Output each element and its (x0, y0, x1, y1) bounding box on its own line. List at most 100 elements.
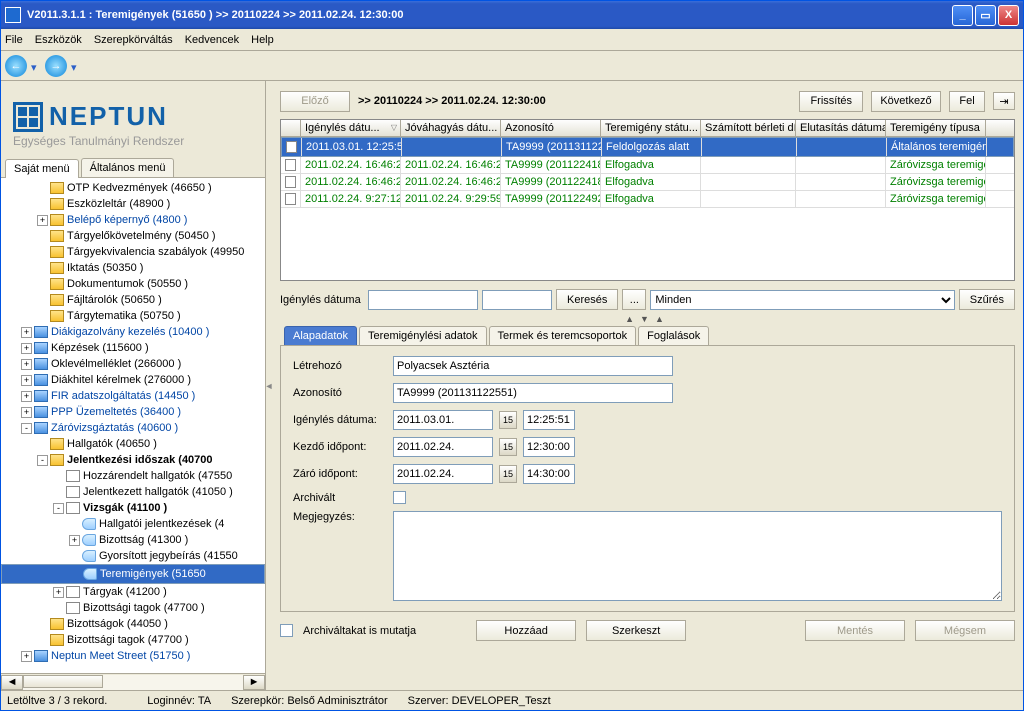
tree-item[interactable]: -Záróvizsgáztatás (40600 ) (1, 420, 265, 436)
starttime-input[interactable] (523, 437, 575, 457)
row-checkbox[interactable] (285, 176, 296, 188)
tree-item[interactable]: Teremigények (51650 (1, 564, 265, 584)
table-row[interactable]: 2011.02.24. 16:46:22011.02.24. 16:46:2TA… (281, 157, 1014, 174)
filter-button[interactable]: Szűrés (959, 289, 1015, 310)
tree-item[interactable]: +Diákhitel kérelmek (276000 ) (1, 372, 265, 388)
column-header[interactable]: Számított bérleti díj (701, 120, 796, 136)
nav-fwd-dropdown[interactable]: ▾ (71, 61, 81, 71)
startdate-picker[interactable]: 15 (499, 438, 517, 456)
up-button[interactable]: Fel (949, 91, 985, 112)
tab-bookings[interactable]: Foglalások (638, 326, 709, 345)
tree-item[interactable]: +FIR adatszolgáltatás (14450 ) (1, 388, 265, 404)
search-button[interactable]: Keresés (556, 289, 618, 310)
tree-item[interactable]: Tárgyelőkövetelmény (50450 ) (1, 228, 265, 244)
hscroll-right[interactable]: ► (243, 675, 265, 690)
tab-request[interactable]: Teremigénylési adatok (359, 326, 486, 345)
filter-select[interactable]: Minden (650, 290, 954, 310)
tree-toggle[interactable]: + (21, 343, 32, 354)
menu-help[interactable]: Help (251, 34, 274, 46)
tree-item[interactable]: OTP Kedvezmények (46650 ) (1, 180, 265, 196)
filter-to-input[interactable] (482, 290, 552, 310)
tree-item[interactable]: Bizottsági tagok (47700 ) (1, 632, 265, 648)
tree-item[interactable]: Tárgyekvivalencia szabályok (49950 (1, 244, 265, 260)
tree-item[interactable]: Eszközleltár (48900 ) (1, 196, 265, 212)
tree-item[interactable]: Bizottsági tagok (47700 ) (1, 600, 265, 616)
row-checkbox[interactable] (286, 141, 297, 153)
tree-item[interactable]: +Oklevélmelléklet (266000 ) (1, 356, 265, 372)
column-header[interactable]: Azonosító (501, 120, 601, 136)
column-header[interactable] (281, 120, 301, 136)
filter-from-input[interactable] (368, 290, 478, 310)
tree-item[interactable]: Hallgatók (40650 ) (1, 436, 265, 452)
tree-toggle[interactable]: + (53, 587, 64, 598)
prev-button[interactable]: Előző (280, 91, 350, 112)
close-button[interactable]: X (998, 5, 1019, 26)
nav-back-dropdown[interactable]: ▾ (31, 61, 41, 71)
tree-toggle[interactable]: + (21, 651, 32, 662)
show-archived-checkbox[interactable] (280, 624, 293, 637)
tree-item[interactable]: Dokumentumok (50550 ) (1, 276, 265, 292)
tree-toggle[interactable]: + (37, 215, 48, 226)
edit-button[interactable]: Szerkeszt (586, 620, 686, 641)
reqtime-input[interactable] (523, 410, 575, 430)
enddate-picker[interactable]: 15 (499, 465, 517, 483)
tree-item[interactable]: Hallgatói jelentkezések (4 (1, 516, 265, 532)
row-checkbox[interactable] (285, 159, 296, 171)
tree-toggle[interactable]: - (21, 423, 32, 434)
row-checkbox[interactable] (285, 193, 296, 205)
menu-file[interactable]: File (5, 34, 23, 46)
tree-item[interactable]: +Bizottság (41300 ) (1, 532, 265, 548)
tree-toggle[interactable]: + (21, 359, 32, 370)
tree-item[interactable]: +Diákigazolvány kezelés (10400 ) (1, 324, 265, 340)
tree-toggle[interactable]: + (21, 407, 32, 418)
reqdate-input[interactable] (393, 410, 493, 430)
menu-tools[interactable]: Eszközök (35, 34, 82, 46)
menu-roles[interactable]: Szerepkörváltás (94, 34, 173, 46)
table-row[interactable]: 2011.03.01. 12:25:5TA9999 (201131122Feld… (281, 137, 1014, 157)
minimize-button[interactable]: _ (952, 5, 973, 26)
tree-item[interactable]: Jelentkezett hallgatók (41050 ) (1, 484, 265, 500)
startdate-input[interactable] (393, 437, 493, 457)
archived-checkbox[interactable] (393, 491, 406, 504)
tree-item[interactable]: Fájltárolók (50650 ) (1, 292, 265, 308)
maximize-button[interactable]: ▭ (975, 5, 996, 26)
tree-item[interactable]: -Vizsgák (41100 ) (1, 500, 265, 516)
nav-back-button[interactable]: ← (5, 55, 27, 77)
table-row[interactable]: 2011.02.24. 9:27:122011.02.24. 9:29:59TA… (281, 191, 1014, 208)
tree-item[interactable]: Bizottságok (44050 ) (1, 616, 265, 632)
tree-item[interactable]: -Jelentkezési időszak (40700 (1, 452, 265, 468)
tab-general-menu[interactable]: Általános menü (81, 158, 175, 177)
tab-rooms[interactable]: Termek és teremcsoportok (489, 326, 637, 345)
filter-dots-button[interactable]: ... (622, 289, 646, 310)
tree-item[interactable]: Hozzárendelt hallgatók (47550 (1, 468, 265, 484)
tree-item[interactable]: Tárgytematika (50750 ) (1, 308, 265, 324)
nav-tree[interactable]: OTP Kedvezmények (46650 )Eszközleltár (4… (1, 178, 265, 673)
pin-button[interactable]: ⇥ (993, 92, 1015, 110)
tree-hscroll[interactable]: ◄ ► (1, 673, 265, 690)
column-header[interactable]: Elutasítás dátuma (796, 120, 886, 136)
next-button[interactable]: Következő (871, 91, 941, 112)
table-row[interactable]: 2011.02.24. 16:46:22011.02.24. 16:46:2TA… (281, 174, 1014, 191)
column-header[interactable]: Teremigény státu... (601, 120, 701, 136)
hscroll-left[interactable]: ◄ (1, 675, 23, 690)
column-header[interactable]: Jóváhagyás dátu... (401, 120, 501, 136)
tree-item[interactable]: +Neptun Meet Street (51750 ) (1, 648, 265, 664)
tab-basics[interactable]: Alapadatok (284, 326, 357, 345)
nav-fwd-button[interactable]: → (45, 55, 67, 77)
tab-own-menu[interactable]: Saját menü (5, 159, 79, 178)
tree-item[interactable]: Gyorsított jegybeírás (41550 (1, 548, 265, 564)
tree-item[interactable]: +PPP Üzemeltetés (36400 ) (1, 404, 265, 420)
hscroll-thumb[interactable] (23, 675, 103, 688)
refresh-button[interactable]: Frissítés (799, 91, 863, 112)
tree-item[interactable]: +Képzések (115600 ) (1, 340, 265, 356)
id-input[interactable] (393, 383, 673, 403)
tree-item[interactable]: +Belépő képernyő (4800 ) (1, 212, 265, 228)
save-button[interactable]: Mentés (805, 620, 905, 641)
tree-item[interactable]: +Tárgyak (41200 ) (1, 584, 265, 600)
menu-fav[interactable]: Kedvencek (185, 34, 239, 46)
add-button[interactable]: Hozzáad (476, 620, 576, 641)
note-textarea[interactable] (393, 511, 1002, 601)
tree-toggle[interactable]: - (53, 503, 64, 514)
creator-input[interactable] (393, 356, 673, 376)
tree-toggle[interactable]: + (21, 375, 32, 386)
